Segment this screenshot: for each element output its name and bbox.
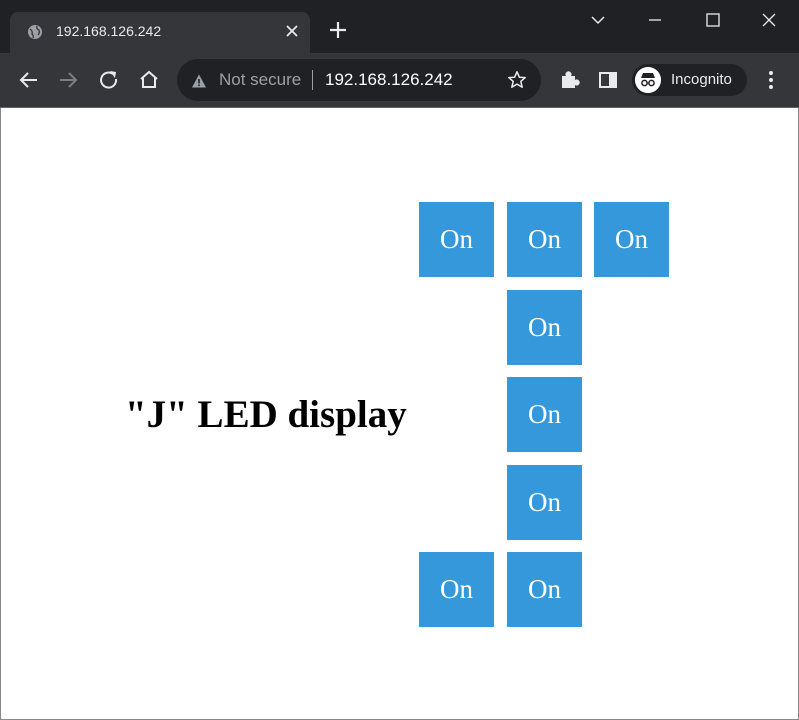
home-icon[interactable] (136, 67, 162, 93)
minimize-icon[interactable] (642, 8, 668, 32)
chevron-down-icon[interactable] (585, 8, 611, 32)
led-button-r4-c2[interactable]: On (507, 465, 582, 540)
globe-icon (28, 25, 42, 39)
close-icon[interactable] (282, 21, 302, 41)
omnibox-divider (312, 70, 313, 90)
incognito-label: Incognito (671, 71, 732, 88)
side-panel-icon[interactable] (595, 67, 621, 93)
incognito-icon (635, 67, 661, 93)
led-button-r1-c3[interactable]: On (594, 202, 669, 277)
page-title: "J" LED display (125, 393, 407, 436)
led-button-r1-c2[interactable]: On (507, 202, 582, 277)
maximize-icon[interactable] (700, 8, 726, 32)
led-button-r3-c2[interactable]: On (507, 377, 582, 452)
back-arrow-icon[interactable] (16, 67, 42, 93)
reload-icon[interactable] (96, 67, 122, 93)
tab-title: 192.168.126.242 (56, 23, 162, 39)
led-button-r5-c1[interactable]: On (419, 552, 494, 627)
url-text[interactable]: 192.168.126.242 (325, 70, 453, 90)
incognito-profile-button[interactable]: Incognito (632, 64, 747, 96)
puzzle-icon[interactable] (556, 67, 582, 93)
browser-toolbar: Not secure 192.168.126.242 Incognito (0, 53, 799, 108)
forward-arrow-icon[interactable] (55, 67, 81, 93)
security-status[interactable]: Not secure (219, 70, 301, 90)
kebab-menu-icon[interactable] (758, 67, 784, 93)
warning-icon[interactable] (191, 73, 207, 89)
close-window-icon[interactable] (756, 8, 782, 32)
browser-tab[interactable]: 192.168.126.242 (10, 12, 310, 53)
led-button-r1-c1[interactable]: On (419, 202, 494, 277)
led-button-r5-c2[interactable]: On (507, 552, 582, 627)
plus-icon[interactable] (326, 18, 350, 42)
star-icon[interactable] (507, 70, 527, 90)
title-bar: 192.168.126.242 (0, 0, 799, 53)
address-bar[interactable]: Not secure 192.168.126.242 (177, 59, 541, 101)
led-button-r2-c2[interactable]: On (507, 290, 582, 365)
